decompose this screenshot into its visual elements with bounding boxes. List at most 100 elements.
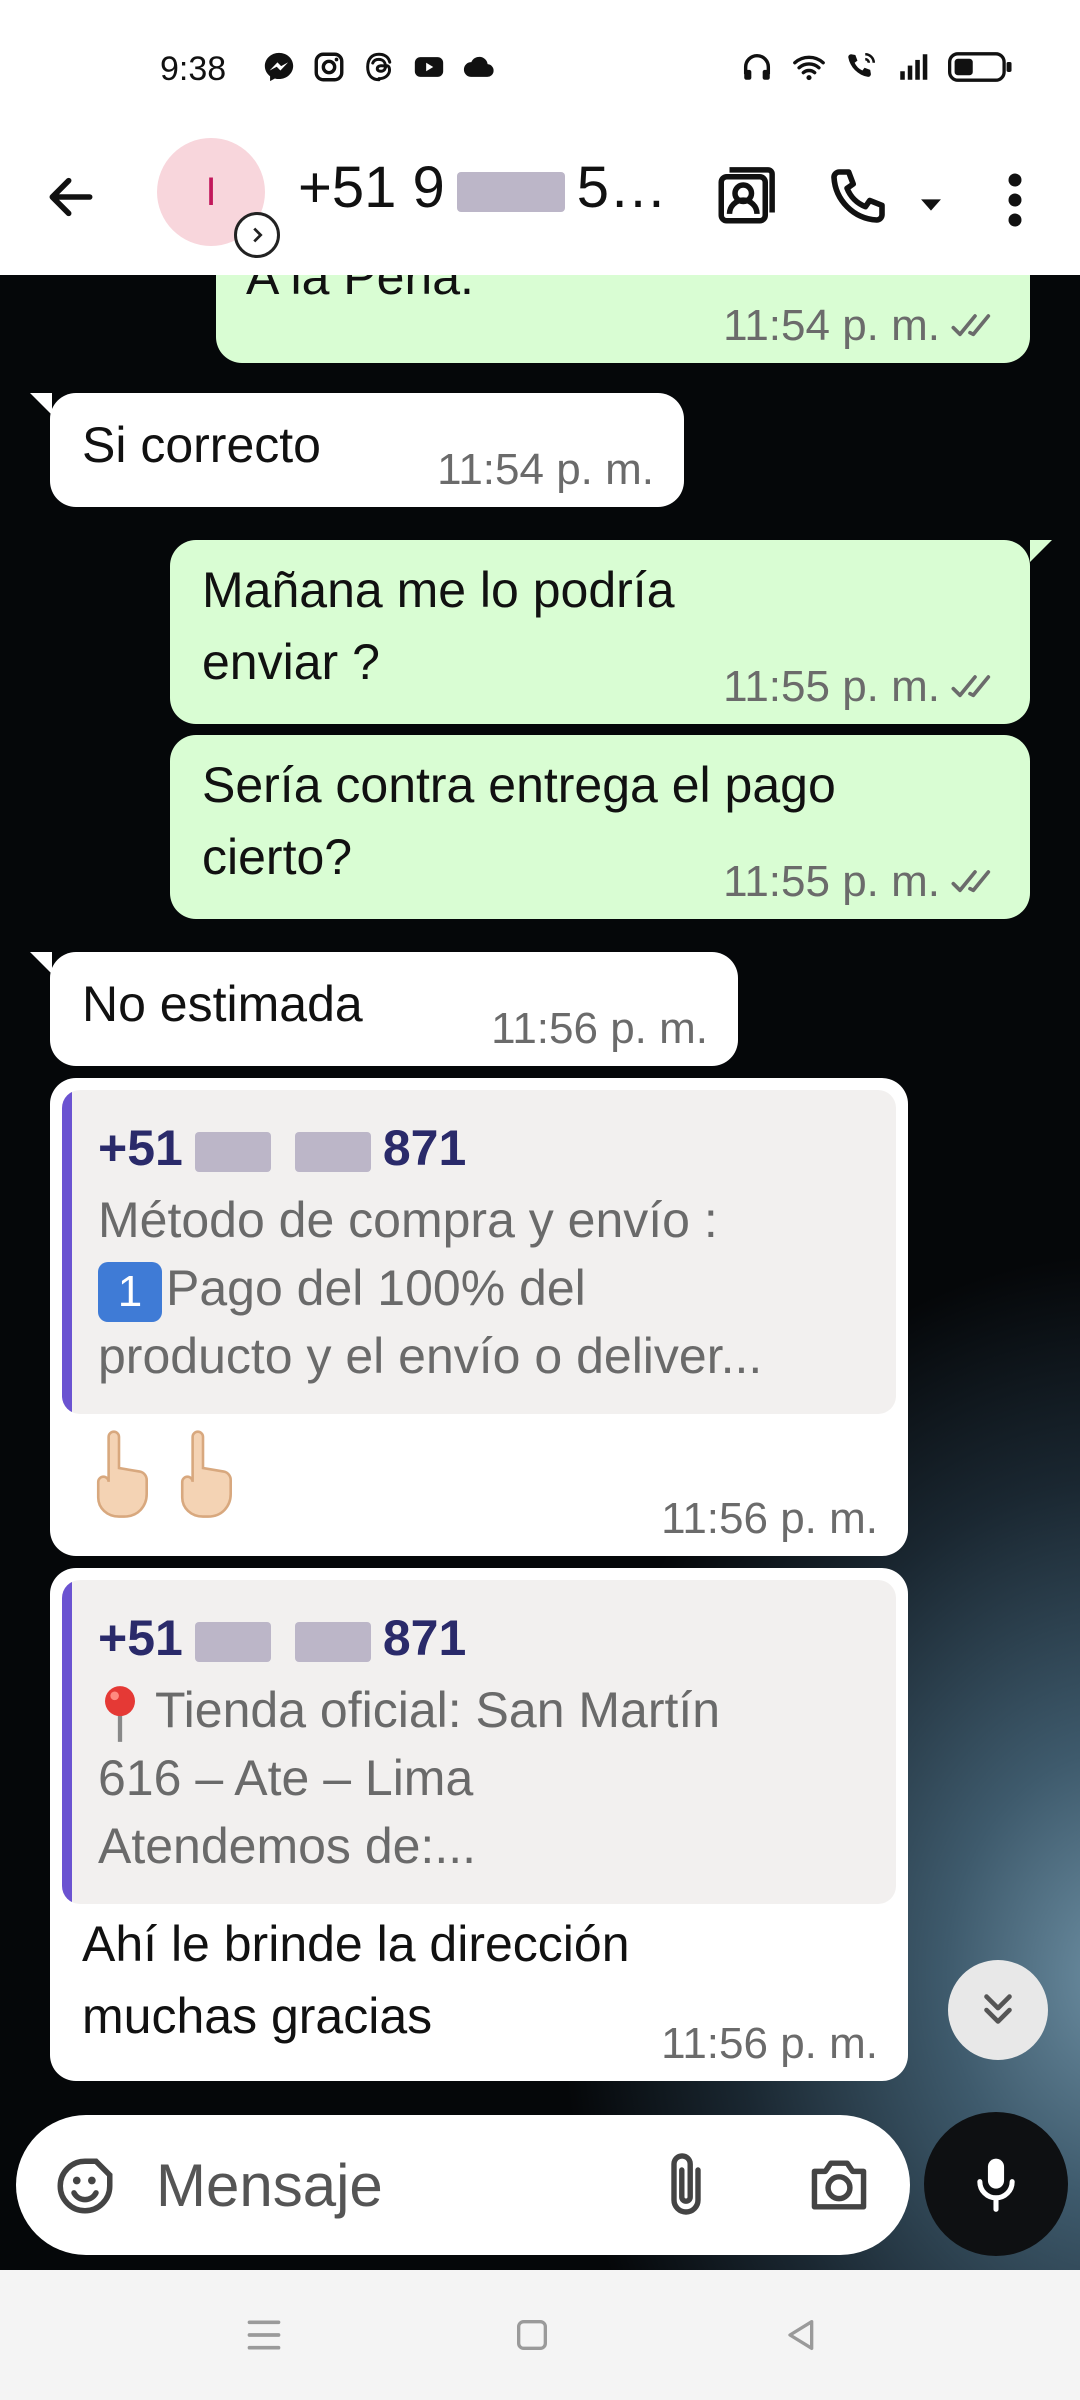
pointing-up-hand-icon [180,1430,232,1518]
redacted-block [294,1621,371,1662]
message-bubble-outgoing[interactable]: Sería contra entrega el pago cierto? 11:… [170,735,1030,919]
paperclip-icon[interactable] [656,2149,716,2221]
read-ticks-icon [951,675,991,698]
quote-line: 616 – Ate – Lima [98,1750,474,1806]
quote-line: Pago del 100% del [166,1260,586,1316]
status-time: 9:38 [160,50,227,88]
message-input[interactable] [156,2143,626,2227]
redacted-block [294,1131,371,1172]
redacted-block [194,1131,271,1172]
message-bubble-incoming-reply[interactable]: +51 871 Método de compra y envío : 1 Pago … [50,1078,908,1556]
redacted-block [456,171,565,212]
bubble-tail [30,393,52,415]
quote-author: +51 871 [98,1602,466,1674]
message-time: 11:56 p. m. [661,2019,878,2068]
status-system-icons [740,50,1014,84]
youtube-icon [414,57,444,77]
scroll-to-bottom-button[interactable] [948,1960,1048,2060]
bubble-tail [30,952,52,974]
pointing-up-hand-icon [96,1430,148,1518]
redacted-block [194,1621,271,1662]
voice-message-button[interactable] [924,2112,1068,2256]
signal-icon [900,54,928,80]
message-meta: 11:55 p. m. [723,857,1000,907]
quote-line: Tienda oficial: San Martín [155,1682,721,1738]
message-time: 11:55 p. m. [723,662,940,711]
read-ticks-icon [951,314,991,337]
message-time: 11:55 p. m. [723,857,940,906]
contact-card-icon [718,167,775,224]
recent-apps-button[interactable] [234,2310,294,2360]
message-text: Mañana me lo podría enviar ? [202,554,675,698]
message-body: 👆👆 [84,1430,85,1431]
square-icon [517,2320,547,2350]
read-ticks-icon [951,870,991,893]
quote-author-suffix: 871 [382,1120,467,1176]
keycap-one-icon: 1 [98,1261,162,1322]
chat-area[interactable]: A la Perla. 11:54 p. m. Si correcto 11:5… [0,275,1080,2270]
messenger-icon [264,52,294,82]
contact-name[interactable]: +51 9 57... [298,154,678,221]
quote-author-prefix: +51 [98,1610,183,1666]
more-vert-icon [1008,173,1022,227]
arrow-left-icon [49,177,93,217]
quote-line: Atendemos de:... [98,1818,477,1874]
message-line: Mañana me lo podría [202,562,675,618]
headphones-icon [743,54,771,80]
pointing-up-hands: 👆👆 [84,1430,252,1556]
message-bubble-incoming-reply[interactable]: +51 871 Tienda oficial: San Martín 616 – … [50,1568,908,2081]
contact-card-button[interactable] [708,158,784,234]
message-bubble-outgoing[interactable]: Mañana me lo podría enviar ? 11:55 p. m. [170,540,1030,724]
quote-accent-bar [62,1580,72,1904]
message-time: 11:56 p. m. [491,1004,708,1053]
status-app-icons [262,50,496,84]
message-time: 11:54 p. m. [723,301,940,350]
triangle-back-icon [788,2320,814,2350]
call-options-dropdown[interactable] [906,180,956,230]
threads-icon [366,52,392,82]
double-chevron-down-icon [984,1994,1012,2024]
bubble-tail [1030,540,1052,562]
battery-icon [948,52,1012,82]
quote-author: +51 871 [98,1112,466,1184]
message-text: A la Perla. [246,275,474,305]
quote-accent-bar [62,1090,72,1414]
message-line: cierto? [202,829,353,885]
message-line: enviar ? [202,634,380,690]
instagram-icon [314,52,344,82]
quote-line: producto y el envío o deliver... [98,1328,763,1384]
caret-down-icon [921,199,941,211]
back-button[interactable] [36,162,106,232]
message-meta: 11:54 p. m. [723,301,1000,351]
contact-name-suffix: 57... [576,155,678,220]
round-pushpin-icon [105,1685,135,1742]
system-navigation-bar [0,2270,1080,2400]
quoted-message[interactable]: +51 871 Método de compra y envío : 1 Pago … [62,1090,896,1414]
quote-author-suffix: 871 [382,1610,467,1666]
menu-lines-icon [247,2320,281,2350]
status-bar: 9:38 [0,0,1080,140]
message-bubble-incoming[interactable]: Si correcto 11:54 p. m. [50,393,684,507]
home-button[interactable] [502,2310,562,2360]
microphone-icon [977,2158,1015,2212]
message-bubble-outgoing[interactable]: A la Perla. 11:54 p. m. [216,275,1030,363]
message-text: No estimada [82,976,363,1032]
message-line: Ahí le brinde la dirección [82,1916,630,1972]
voice-call-button[interactable] [820,158,896,234]
more-options-button[interactable] [990,160,1040,240]
back-nav-button[interactable] [770,2310,830,2360]
message-bubble-incoming[interactable]: No estimada 11:56 p. m. [50,952,738,1066]
camera-icon[interactable] [806,2155,872,2215]
message-time: 11:54 p. m. [437,445,654,494]
sticker-emoji-icon[interactable] [52,2153,118,2219]
quote-text: Método de compra y envío : 1 Pago del 100… [98,1186,872,1390]
message-meta: 11:55 p. m. [723,662,1000,712]
chat-header: I +51 9 57... [0,120,1080,275]
cloud-icon [463,56,494,77]
wifi-icon [793,55,825,81]
message-text: Si correcto [82,417,321,473]
phone-icon [831,169,885,223]
quote-author-prefix: +51 [98,1120,183,1176]
avatar-letter: I [205,169,217,214]
quoted-message[interactable]: +51 871 Tienda oficial: San Martín 616 – … [62,1580,896,1904]
